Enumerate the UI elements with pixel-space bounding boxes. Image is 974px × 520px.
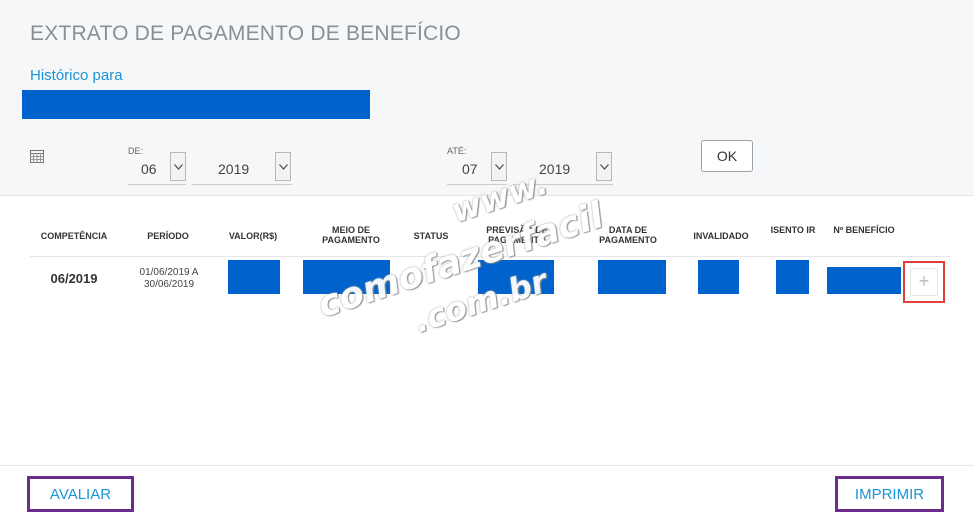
plus-icon: +	[910, 268, 938, 296]
chevron-down-icon[interactable]	[275, 152, 291, 181]
avaliar-button[interactable]: AVALIAR	[27, 476, 134, 512]
cell-competencia: 06/2019	[50, 271, 98, 286]
redacted-valor	[228, 260, 280, 294]
from-year-value: 2019	[218, 161, 250, 177]
page-title: EXTRATO DE PAGAMENTO DE BENEFÍCIO	[30, 22, 461, 45]
col-invalidado: INVALIDADO	[693, 231, 749, 241]
col-previsao-pagamento: PREVISÃO DE PAGAMENTO	[486, 225, 548, 245]
to-year-value: 2019	[539, 161, 571, 177]
ok-button[interactable]: OK	[701, 140, 753, 172]
to-month-select[interactable]: 07	[447, 152, 507, 185]
col-meio-pagamento: MEIO DE PAGAMENTO	[322, 225, 380, 245]
cell-status: -	[429, 272, 433, 284]
cell-periodo-inicio: 01/06/2019 A	[139, 267, 199, 278]
calendar-icon[interactable]	[30, 150, 44, 163]
redacted-invalidado	[698, 260, 739, 294]
table-header-divider	[30, 256, 950, 257]
imprimir-button[interactable]: IMPRIMIR	[835, 476, 944, 512]
footer-divider	[0, 465, 974, 466]
col-status: STATUS	[413, 231, 449, 241]
to-year-select[interactable]: 2019	[513, 152, 613, 185]
from-month-select[interactable]: 06	[128, 152, 186, 185]
cell-periodo-fim: 30/06/2019	[143, 279, 195, 290]
redacted-numero-beneficio	[827, 267, 901, 294]
col-isento-ir: ISENTO IR	[770, 225, 816, 235]
from-month-value: 06	[141, 161, 157, 177]
chevron-down-icon[interactable]	[491, 152, 507, 181]
to-month-value: 07	[462, 161, 478, 177]
col-valor: VALOR(R$)	[228, 231, 278, 241]
col-numero-beneficio: Nº BENEFÍCIO	[833, 225, 895, 235]
chevron-down-icon[interactable]	[596, 152, 612, 181]
col-periodo: PERÍODO	[147, 231, 189, 241]
redacted-isento-ir	[776, 260, 809, 294]
redacted-name	[22, 90, 370, 119]
redacted-meio-pagamento	[303, 260, 390, 294]
chevron-down-icon[interactable]	[170, 152, 186, 181]
col-competencia: COMPETÊNCIA	[40, 231, 108, 241]
expand-row-button[interactable]: +	[903, 261, 945, 303]
redacted-data-pagamento	[598, 260, 666, 294]
from-year-select[interactable]: 2019	[192, 152, 292, 185]
filter-panel: EXTRATO DE PAGAMENTO DE BENEFÍCIO Histór…	[0, 0, 974, 196]
cell-periodo: 01/06/2019 A 30/06/2019	[124, 267, 214, 291]
redacted-previsao-pagamento	[478, 260, 554, 294]
col-data-pagamento: DATA DE PAGAMENTO	[599, 225, 657, 245]
history-label: Histórico para	[30, 67, 123, 84]
